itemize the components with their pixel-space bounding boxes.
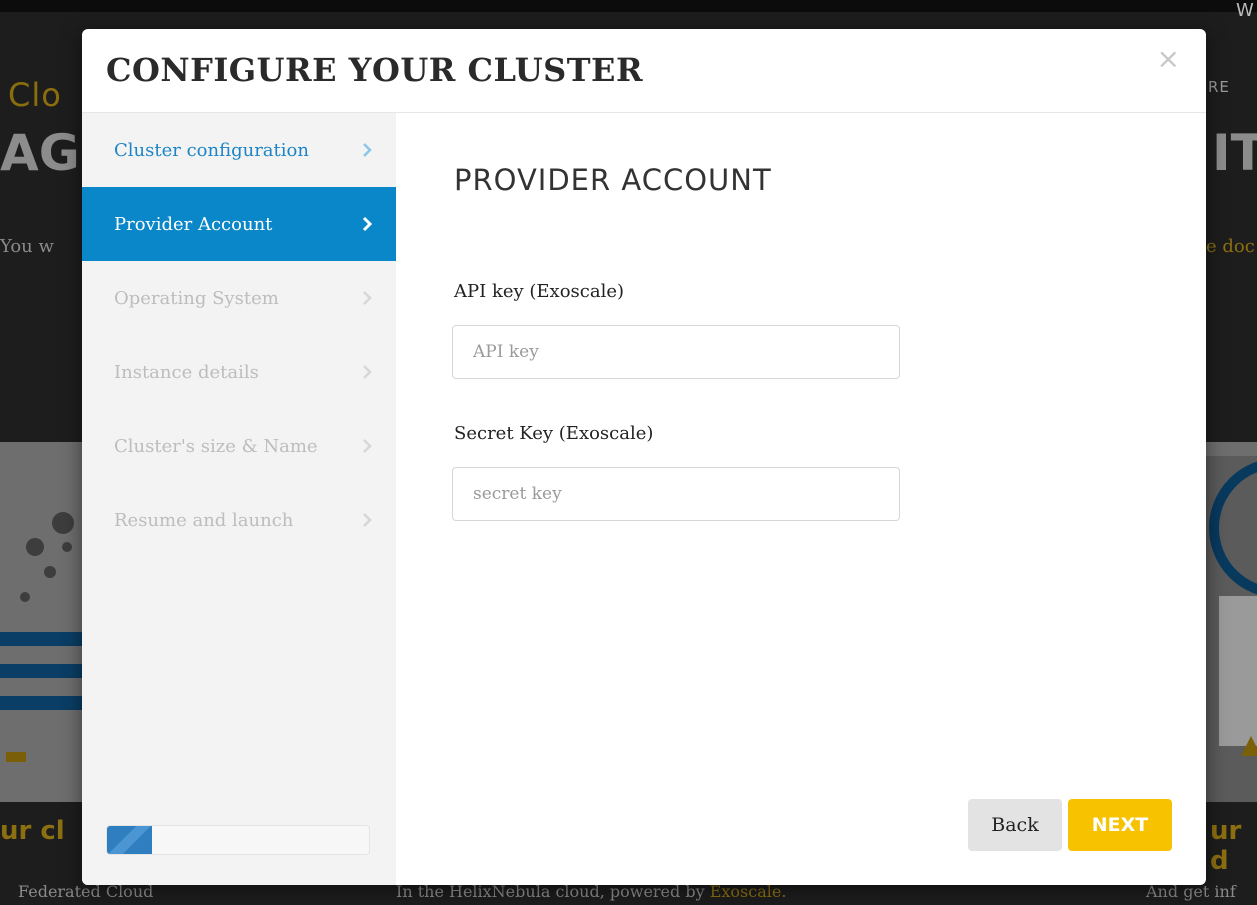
- step-operating-system[interactable]: Operating System: [82, 261, 396, 335]
- modal-header: CONFIGURE YOUR CLUSTER ×: [82, 29, 1206, 113]
- api-key-input[interactable]: [452, 325, 900, 379]
- progress-fill: [107, 826, 152, 854]
- configure-cluster-modal: CONFIGURE YOUR CLUSTER × Cluster configu…: [82, 29, 1206, 885]
- chevron-right-icon: [362, 335, 372, 409]
- hero-heading-left: AG: [0, 124, 80, 182]
- nav-fragment-right: RE: [1208, 78, 1230, 96]
- step-instance-details[interactable]: Instance details: [82, 335, 396, 409]
- decorative-dot: [62, 542, 72, 552]
- decorative-dot: [26, 538, 44, 556]
- hero-paragraph-right: e doc: [1206, 236, 1255, 257]
- close-icon[interactable]: ×: [1157, 45, 1180, 73]
- hero-paragraph-left: You w: [0, 236, 54, 257]
- decorative-icon: [6, 752, 26, 762]
- warning-icon: [1241, 736, 1257, 756]
- step-cluster-size-name[interactable]: Cluster's size & Name: [82, 409, 396, 483]
- section-heading-right: ur d: [1210, 816, 1242, 876]
- illustration-right: [1205, 456, 1257, 802]
- step-cluster-configuration[interactable]: Cluster configuration: [82, 113, 396, 187]
- step-content: PROVIDER ACCOUNT API key (Exoscale) Secr…: [396, 113, 1206, 885]
- step-label: Cluster's size & Name: [114, 435, 318, 457]
- chevron-right-icon: [362, 113, 372, 187]
- decorative-bar: [0, 632, 82, 646]
- chevron-right-icon: [362, 187, 372, 261]
- hero-heading-right: IT: [1212, 124, 1257, 182]
- section-heading-left: ur cl: [0, 816, 65, 846]
- top-bar: [0, 0, 1257, 12]
- document-illustration: [1219, 596, 1257, 746]
- chevron-right-icon: [362, 409, 372, 483]
- step-label: Cluster configuration: [114, 139, 309, 161]
- wizard-progress-bar: [106, 825, 370, 855]
- decorative-dot: [52, 512, 74, 534]
- next-button[interactable]: NEXT: [1068, 799, 1172, 851]
- step-label: Instance details: [114, 361, 259, 383]
- chevron-right-icon: [362, 483, 372, 557]
- step-label: Provider Account: [114, 213, 273, 235]
- chevron-right-icon: [362, 261, 372, 335]
- step-label: Resume and launch: [114, 509, 294, 531]
- decorative-dot: [44, 566, 56, 578]
- section-title: PROVIDER ACCOUNT: [454, 163, 772, 197]
- wizard-steps-sidebar: Cluster configuration Provider Account O…: [82, 113, 396, 885]
- secret-key-label: Secret Key (Exoscale): [454, 423, 654, 444]
- decorative-bar: [0, 664, 82, 678]
- secret-key-input[interactable]: [452, 467, 900, 521]
- step-provider-account[interactable]: Provider Account: [82, 187, 396, 261]
- brand-logo-text: Clo: [8, 76, 62, 114]
- modal-title: CONFIGURE YOUR CLUSTER: [106, 51, 644, 89]
- back-button[interactable]: Back: [968, 799, 1062, 851]
- api-key-label: API key (Exoscale): [454, 281, 625, 302]
- decorative-ring: [1209, 458, 1257, 598]
- decorative-bar: [0, 696, 82, 710]
- decorative-dot: [20, 592, 30, 602]
- nav-fragment-top: W: [1236, 0, 1254, 21]
- step-label: Operating System: [114, 287, 279, 309]
- step-resume-launch[interactable]: Resume and launch: [82, 483, 396, 557]
